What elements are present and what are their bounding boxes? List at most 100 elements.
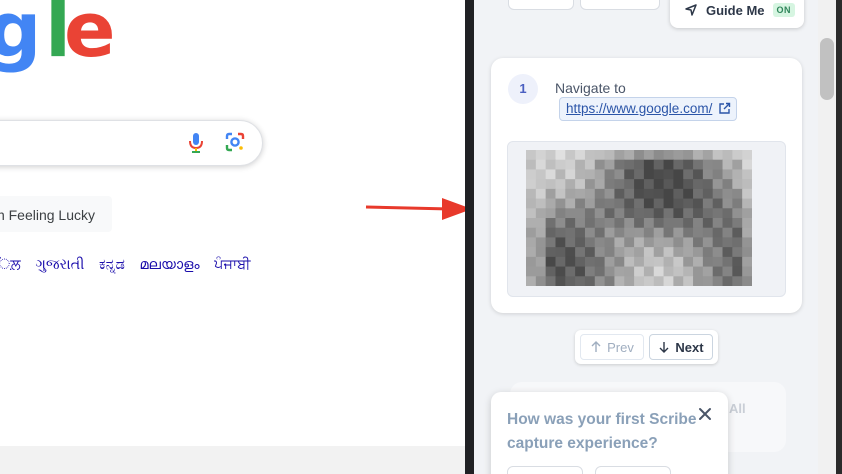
blur-pixel [722, 150, 733, 161]
blur-pixel [526, 188, 537, 200]
blur-pixel [565, 276, 576, 286]
blur-pixel [545, 218, 556, 229]
language-link-malayalam[interactable]: മലയാളം [139, 257, 199, 273]
blur-pixel [712, 150, 724, 161]
blur-pixel [584, 188, 596, 200]
feeling-lucky-button[interactable]: n Feeling Lucky [0, 196, 112, 232]
blur-pixel [702, 188, 714, 200]
blur-pixel [584, 247, 596, 258]
blur-pixel [535, 256, 547, 268]
blur-pixel [653, 256, 665, 268]
blur-pixel [584, 169, 596, 180]
blur-pixel [614, 237, 625, 248]
blur-pixel [693, 159, 704, 170]
blur-pixel [673, 247, 684, 258]
blur-pixel [634, 150, 645, 161]
blur-pixel [584, 159, 596, 170]
external-link-icon [719, 102, 731, 114]
close-icon[interactable] [697, 406, 713, 422]
blur-pixel [526, 198, 537, 209]
blur-pixel [526, 169, 537, 180]
blur-pixel [526, 218, 537, 229]
blur-pixel [663, 247, 674, 258]
google-lens-icon[interactable] [224, 131, 246, 153]
blur-pixel [683, 198, 694, 209]
guide-me-toggle[interactable]: Guide Me ON [670, 0, 804, 28]
blur-pixel [693, 276, 704, 286]
toolbar-chip[interactable] [580, 0, 660, 10]
step-screenshot-thumbnail[interactable] [507, 141, 786, 297]
blur-pixel [634, 256, 645, 268]
blur-pixel [742, 169, 752, 180]
blur-pixel [653, 159, 665, 170]
language-link-kannada[interactable]: ಕನ್ನಡ [99, 257, 125, 273]
blur-pixel [673, 266, 684, 277]
blur-pixel [663, 276, 674, 286]
blur-pixel [742, 276, 752, 286]
feedback-option-button[interactable] [595, 466, 671, 474]
blur-pixel [604, 198, 615, 209]
blur-pixel [614, 266, 625, 277]
blur-pixel [732, 227, 743, 238]
prev-label: Prev [607, 339, 634, 355]
blur-pixel [575, 208, 586, 219]
blur-pixel [683, 256, 694, 268]
blur-pixel [535, 198, 547, 209]
blur-pixel [722, 218, 733, 229]
blur-pixel [535, 218, 547, 229]
blur-pixel [653, 266, 665, 277]
blur-pixel [565, 159, 576, 170]
blur-pixel [594, 256, 606, 268]
blur-pixel [722, 169, 733, 180]
blur-pixel [693, 227, 704, 238]
scrollbar-thumb[interactable] [820, 38, 834, 100]
blur-pixel [663, 159, 674, 170]
blur-pixel [653, 188, 665, 200]
prev-button[interactable]: Prev [580, 334, 644, 360]
blur-pixel [545, 198, 556, 209]
blur-pixel [575, 150, 586, 161]
blur-pixel [673, 208, 684, 219]
blur-pixel [614, 150, 625, 161]
language-link-punjabi[interactable]: ਪੰਜਾਬੀ [214, 257, 250, 273]
blur-pixel [742, 218, 752, 229]
blur-pixel [653, 247, 665, 258]
blur-pixel [604, 218, 615, 229]
next-button[interactable]: Next [649, 334, 713, 360]
blur-pixel [673, 179, 684, 190]
blur-pixel [584, 150, 596, 161]
blur-pixel [604, 179, 615, 190]
blur-pixel [604, 247, 615, 258]
blur-pixel [545, 276, 556, 286]
blur-pixel [614, 227, 625, 238]
blur-pixel [614, 247, 625, 258]
blur-pixel [624, 169, 635, 180]
blur-pixel [742, 227, 752, 238]
blur-pixel [683, 247, 694, 258]
blur-pixel [594, 159, 606, 170]
blur-pixel [604, 188, 615, 200]
blur-pixel [643, 237, 655, 248]
logo-letter-l: l [45, 0, 71, 74]
language-link-gujarati[interactable]: ગુજરાતી [35, 257, 84, 273]
blur-pixel [565, 237, 576, 248]
window-edge [836, 0, 842, 474]
blur-pixel [712, 179, 724, 190]
blur-pixel [712, 198, 724, 209]
blur-pixel [575, 159, 586, 170]
blur-pixel [722, 208, 733, 219]
blur-pixel [535, 276, 547, 286]
blur-pixel [742, 208, 752, 219]
feedback-option-button[interactable] [507, 466, 583, 474]
blur-pixel [712, 208, 724, 219]
blur-pixel [624, 266, 635, 277]
toolbar-chip[interactable] [508, 0, 574, 10]
blur-pixel [624, 198, 635, 209]
blur-pixel [742, 266, 752, 277]
language-link-tamil[interactable]: ਿਲ਼ [0, 257, 21, 273]
step-url-link[interactable]: https://www.google.com/ [559, 97, 738, 121]
blur-pixel [535, 179, 547, 190]
mic-icon[interactable] [186, 131, 206, 155]
background-card-text: All [729, 401, 746, 416]
blur-pixel [634, 266, 645, 277]
